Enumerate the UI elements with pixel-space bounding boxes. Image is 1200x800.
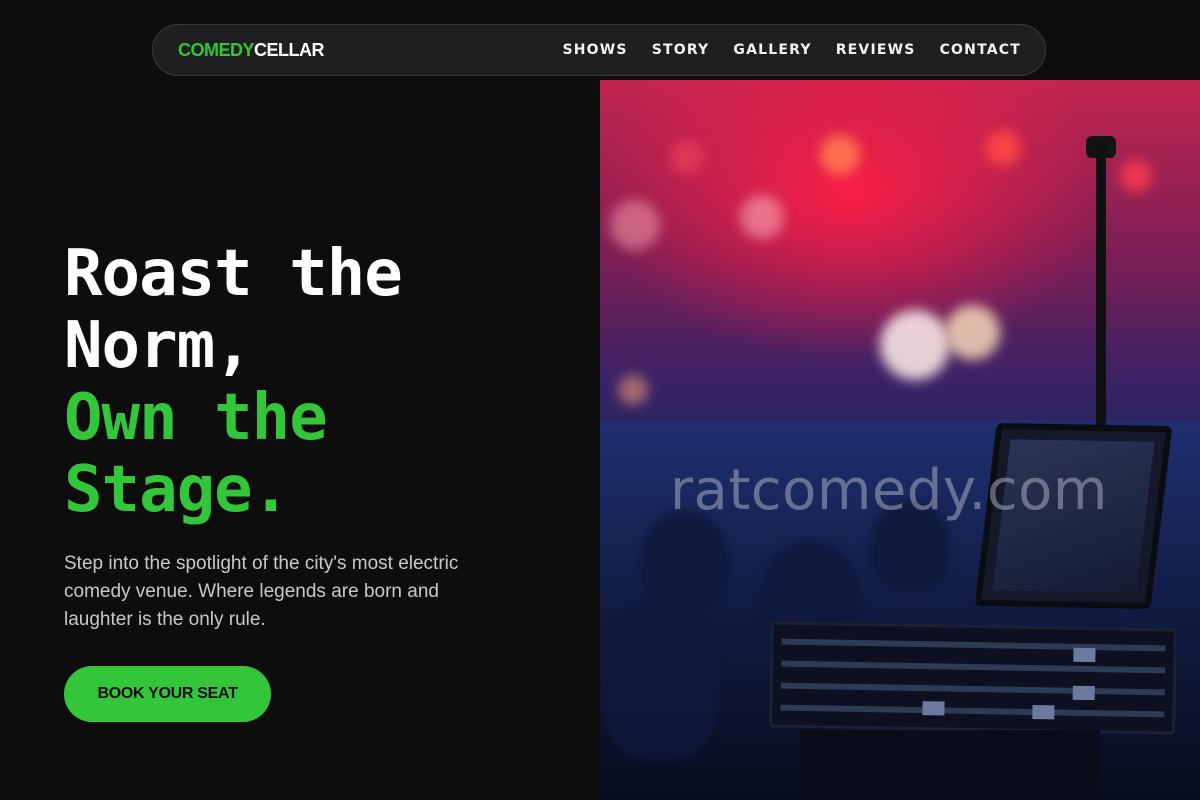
hero-title-line-4: Stage. [64,453,290,527]
hero-title: Roast the Norm, Own the Stage. [64,237,403,527]
book-seat-button[interactable]: BOOK YOUR SEAT [64,666,271,722]
stage-light [610,200,660,250]
nav-link-gallery[interactable]: GALLERY [733,42,811,58]
console-thumbnail [922,701,945,716]
top-navbar: COMEDYCELLAR SHOWS STORY GALLERY REVIEWS… [152,24,1046,76]
console-track [781,660,1166,674]
image-watermark: ratcomedy.com [670,458,1108,523]
stage-light [880,310,950,380]
stage-light [670,140,704,174]
console-track [780,682,1165,696]
audience-head [600,600,720,760]
hero-title-line-1: Roast the [64,237,403,311]
nav-link-story[interactable]: STORY [652,42,710,58]
stage-light [740,195,784,239]
console-base [800,730,1100,800]
logo-part-comedy: COMEDY [178,39,255,60]
console-thumbnail [1073,647,1096,663]
hero-description: Step into the spotlight of the city's mo… [64,553,459,630]
audience-head [640,510,730,610]
hero-title-line-2: Norm, [64,309,253,383]
hero-image: ratcomedy.com [600,80,1200,800]
nav-link-reviews[interactable]: REVIEWS [836,42,916,58]
console-thumbnail [1072,685,1095,701]
stage-light [820,135,860,175]
nav-links: SHOWS STORY GALLERY REVIEWS CONTACT [562,42,1021,58]
stage-light [618,375,648,405]
mixing-console [769,621,1177,735]
hero-title-line-3: Own the [64,381,328,455]
nav-link-shows[interactable]: SHOWS [562,42,627,58]
console-track [780,704,1165,718]
stage-light [1120,160,1152,192]
nav-link-contact[interactable]: CONTACT [940,42,1021,58]
mic-stand [1096,140,1106,460]
site-logo[interactable]: COMEDYCELLAR [178,39,325,61]
console-track [781,638,1166,652]
logo-part-cellar: CELLAR [254,39,325,60]
stage-light [985,130,1021,166]
console-thumbnail [1032,705,1055,720]
stage-light [945,305,1000,360]
